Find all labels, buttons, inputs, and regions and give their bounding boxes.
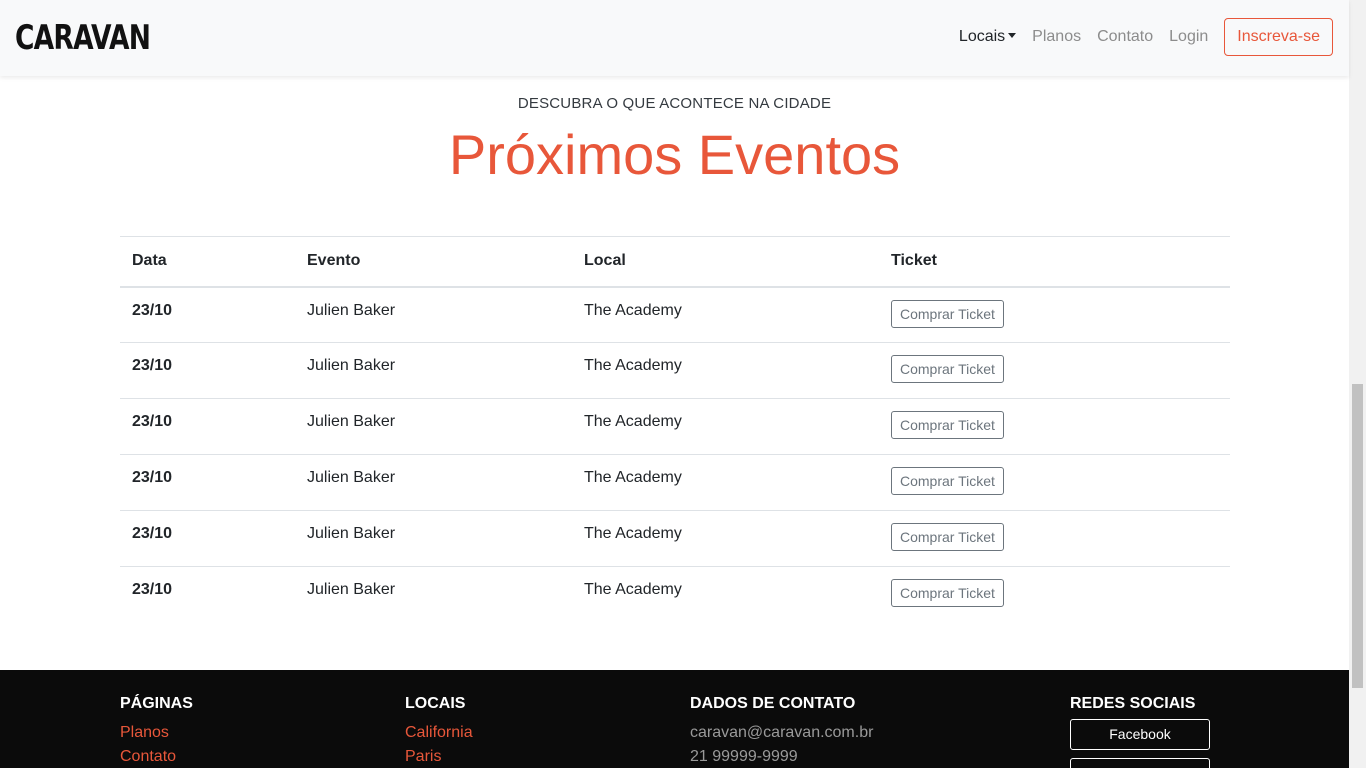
event-name: Julien Baker — [295, 342, 572, 399]
signup-button[interactable]: Inscreva-se — [1224, 18, 1333, 56]
footer-locations-column: LOCAIS California Paris — [405, 695, 473, 768]
event-venue: The Academy — [572, 566, 879, 623]
event-venue: The Academy — [572, 454, 879, 511]
events-table: Data Evento Local Ticket 23/10 Julien Ba… — [120, 236, 1230, 623]
nav-locais-dropdown[interactable]: Locais — [958, 28, 1017, 46]
buy-ticket-button[interactable]: Comprar Ticket — [891, 299, 1004, 328]
table-row: 23/10 Julien Baker The Academy Comprar T… — [120, 566, 1230, 623]
header-local: Local — [572, 236, 879, 288]
footer-link-california[interactable]: California — [405, 721, 473, 745]
event-name: Julien Baker — [295, 510, 572, 567]
event-date: 23/10 — [120, 286, 295, 343]
event-name: Julien Baker — [295, 566, 572, 623]
event-venue: The Academy — [572, 510, 879, 567]
footer-social-column: REDES SOCIAIS Facebook — [1070, 695, 1210, 768]
buy-ticket-button[interactable]: Comprar Ticket — [891, 355, 1004, 383]
header-data: Data — [120, 236, 295, 288]
event-date: 23/10 — [120, 566, 295, 623]
table-row: 23/10 Julien Baker The Academy Comprar T… — [120, 342, 1230, 399]
header-ticket: Ticket — [879, 236, 1230, 288]
nav-login[interactable]: Login — [1169, 28, 1208, 46]
social-button-2[interactable] — [1070, 758, 1210, 768]
event-name: Julien Baker — [295, 454, 572, 511]
buy-ticket-button[interactable]: Comprar Ticket — [891, 579, 1004, 607]
table-row: 23/10 Julien Baker The Academy Comprar T… — [120, 398, 1230, 455]
footer-pages-heading: PÁGINAS — [120, 695, 193, 712]
ticket-cell: Comprar Ticket — [879, 566, 1230, 623]
ticket-cell: Comprar Ticket — [879, 510, 1230, 567]
scrollbar-thumb[interactable] — [1352, 384, 1363, 688]
footer-social-heading: REDES SOCIAIS — [1070, 695, 1196, 712]
buy-ticket-button[interactable]: Comprar Ticket — [891, 523, 1004, 551]
footer-contact-heading: DADOS DE CONTATO — [690, 695, 856, 712]
event-venue: The Academy — [572, 398, 879, 455]
event-name: Julien Baker — [295, 398, 572, 455]
nav-links: Locais Planos Contato Login Inscreva-se — [943, 18, 1333, 56]
nav-locais-label: Locais — [958, 28, 1006, 45]
footer-link-paris[interactable]: Paris — [405, 745, 473, 768]
caret-down-icon — [1008, 33, 1017, 38]
event-date: 23/10 — [120, 510, 295, 567]
footer: PÁGINAS Planos Contato LOCAIS California… — [0, 670, 1349, 768]
event-name: Julien Baker — [295, 286, 572, 343]
footer-contact-column: DADOS DE CONTATO caravan@caravan.com.br … — [690, 695, 873, 768]
footer-locations-heading: LOCAIS — [405, 695, 466, 712]
event-venue: The Academy — [572, 286, 879, 343]
footer-link-contato[interactable]: Contato — [120, 745, 193, 768]
event-date: 23/10 — [120, 454, 295, 511]
ticket-cell: Comprar Ticket — [879, 398, 1230, 455]
section-subtitle: DESCUBRA O QUE ACONTECE NA CIDADE — [517, 95, 832, 112]
brand-logo[interactable]: CARAVAN — [15, 18, 151, 58]
header-evento: Evento — [295, 236, 572, 288]
contact-email: caravan@caravan.com.br — [690, 724, 874, 741]
nav-contato[interactable]: Contato — [1097, 28, 1153, 46]
facebook-button[interactable]: Facebook — [1070, 719, 1210, 750]
footer-link-planos[interactable]: Planos — [120, 721, 193, 745]
page-scrollbar[interactable] — [1349, 0, 1366, 768]
footer-pages-column: PÁGINAS Planos Contato — [120, 695, 193, 768]
ticket-cell: Comprar Ticket — [879, 342, 1230, 399]
page-title: Próximos Eventos — [448, 123, 901, 186]
buy-ticket-button[interactable]: Comprar Ticket — [891, 411, 1004, 439]
event-date: 23/10 — [120, 342, 295, 399]
ticket-cell: Comprar Ticket — [879, 286, 1230, 343]
buy-ticket-button[interactable]: Comprar Ticket — [891, 467, 1004, 495]
ticket-cell: Comprar Ticket — [879, 454, 1230, 511]
event-venue: The Academy — [572, 342, 879, 399]
contact-phone: 21 99999-9999 — [690, 748, 798, 765]
event-date: 23/10 — [120, 398, 295, 455]
table-row: 23/10 Julien Baker The Academy Comprar T… — [120, 286, 1230, 343]
table-row: 23/10 Julien Baker The Academy Comprar T… — [120, 510, 1230, 567]
table-row: 23/10 Julien Baker The Academy Comprar T… — [120, 454, 1230, 511]
table-header-row: Data Evento Local Ticket — [120, 236, 1230, 288]
nav-planos[interactable]: Planos — [1032, 28, 1081, 46]
navbar: CARAVAN Locais Planos Contato Login Insc… — [0, 0, 1349, 76]
